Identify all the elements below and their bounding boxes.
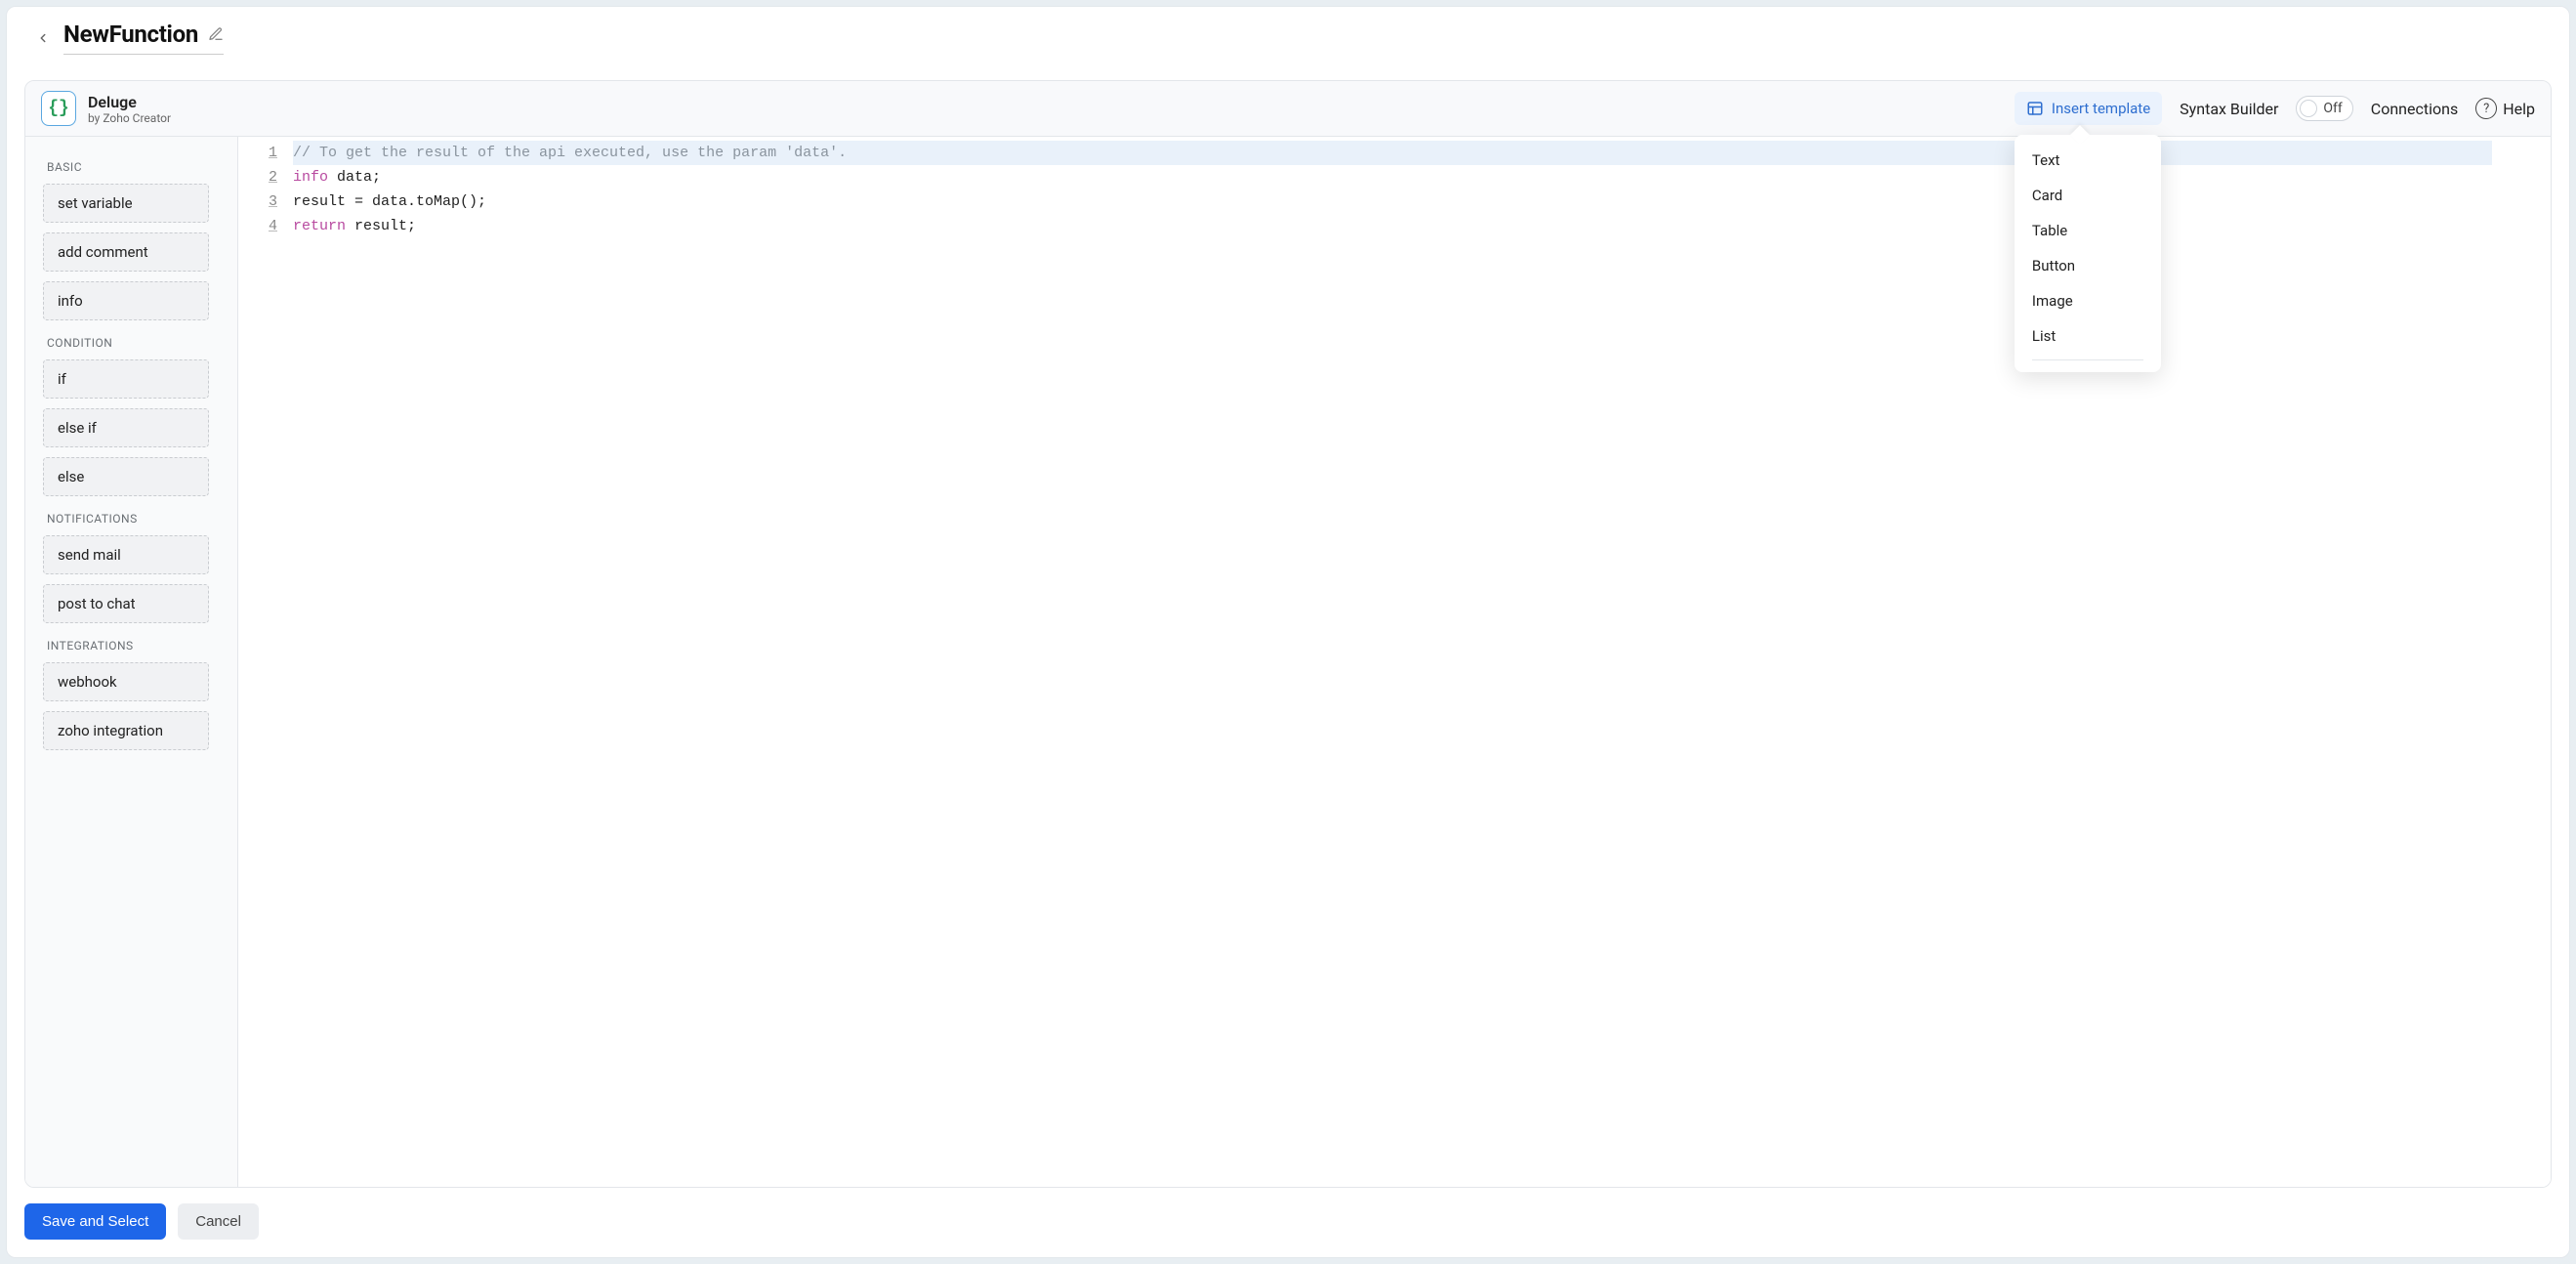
sidebar[interactable]: BASIC set variable add comment info COND… (25, 137, 238, 1187)
template-option-card[interactable]: Card (2015, 178, 2161, 213)
toggle-state-label: Off (2323, 101, 2342, 116)
editor-header: {} Deluge by Zoho Creator Insert templat… (25, 81, 2551, 137)
page-title: NewFunction (63, 21, 198, 48)
connections-link[interactable]: Connections (2371, 100, 2458, 118)
footer: Save and Select Cancel (7, 1188, 2569, 1257)
template-option-table[interactable]: Table (2015, 213, 2161, 248)
sidebar-category-label: INTEGRATIONS (47, 639, 222, 653)
sidebar-item-else[interactable]: else (43, 457, 209, 496)
insert-template-dropdown: Text Card Table Button Image List (2015, 135, 2161, 372)
sidebar-category-label: BASIC (47, 160, 222, 174)
sidebar-item-info[interactable]: info (43, 281, 209, 320)
sidebar-group-integrations: INTEGRATIONS webhook zoho integration (43, 639, 226, 750)
line-number: 3 (238, 190, 277, 214)
insert-template-wrap: Insert template Text Card Table Button I… (2015, 92, 2162, 125)
cancel-button[interactable]: Cancel (178, 1203, 259, 1240)
sidebar-item-else-if[interactable]: else if (43, 408, 209, 447)
sidebar-item-set-variable[interactable]: set variable (43, 184, 209, 223)
sidebar-group-basic: BASIC set variable add comment info (43, 160, 226, 320)
syntax-builder-toggle[interactable]: Off (2296, 96, 2352, 121)
sidebar-category-label: CONDITION (47, 336, 222, 350)
sidebar-item-zoho-integration[interactable]: zoho integration (43, 711, 209, 750)
sidebar-item-post-to-chat[interactable]: post to chat (43, 584, 209, 623)
code-token-keyword: return (293, 218, 346, 234)
toggle-knob-icon (2300, 100, 2317, 117)
code-token: result; (346, 218, 416, 234)
editor-body: BASIC set variable add comment info COND… (25, 137, 2551, 1187)
editor-shell: {} Deluge by Zoho Creator Insert templat… (24, 80, 2552, 1188)
code-gutter: 1 2 3 4 (238, 141, 293, 1187)
code-token: data; (328, 169, 381, 186)
code-editor[interactable]: 1 2 3 4 // To get the result of the api … (238, 137, 2551, 1187)
back-icon[interactable] (36, 31, 50, 45)
help-icon: ? (2475, 98, 2497, 119)
line-number: 1 (238, 141, 277, 165)
help-label: Help (2503, 100, 2535, 118)
sidebar-category-label: NOTIFICATIONS (47, 512, 222, 526)
header-right: Insert template Text Card Table Button I… (2015, 92, 2535, 125)
edit-title-icon[interactable] (208, 26, 224, 42)
language-badge: {} (41, 91, 76, 126)
language-glyph-icon: {} (48, 99, 69, 118)
line-number: 2 (238, 165, 277, 190)
code-token: data.toMap(); (363, 193, 486, 210)
language-info: Deluge by Zoho Creator (88, 93, 171, 125)
template-icon (2026, 100, 2044, 117)
app-frame: NewFunction {} Deluge by Zoho Creator In… (6, 6, 2570, 1258)
sidebar-item-send-mail[interactable]: send mail (43, 535, 209, 574)
sidebar-group-condition: CONDITION if else if else (43, 336, 226, 496)
language-by: by Zoho Creator (88, 111, 171, 125)
help-button[interactable]: ? Help (2475, 98, 2535, 119)
code-line: info data; (293, 165, 2492, 190)
code-token: result (293, 193, 354, 210)
code-token-comment: // To get the result of the api executed… (293, 145, 847, 161)
line-number: 4 (238, 214, 277, 238)
code-token-operator: = (354, 193, 363, 210)
sidebar-group-notifications: NOTIFICATIONS send mail post to chat (43, 512, 226, 623)
code-token-keyword: info (293, 169, 328, 186)
save-and-select-button[interactable]: Save and Select (24, 1203, 166, 1240)
code-line: result = data.toMap(); (293, 190, 2492, 214)
sidebar-item-if[interactable]: if (43, 359, 209, 399)
titlebar: NewFunction (7, 7, 2569, 63)
template-option-image[interactable]: Image (2015, 283, 2161, 318)
template-option-list[interactable]: List (2015, 318, 2161, 354)
title-wrap: NewFunction (63, 21, 224, 55)
insert-template-button[interactable]: Insert template (2015, 92, 2162, 125)
language-name: Deluge (88, 93, 171, 111)
sidebar-item-add-comment[interactable]: add comment (43, 232, 209, 272)
template-option-button[interactable]: Button (2015, 248, 2161, 283)
insert-template-label: Insert template (2052, 100, 2150, 117)
template-option-text[interactable]: Text (2015, 143, 2161, 178)
code-lines: // To get the result of the api executed… (293, 141, 2551, 1187)
syntax-builder-label: Syntax Builder (2180, 100, 2278, 118)
dropdown-separator (2032, 359, 2143, 360)
code-line: return result; (293, 214, 2492, 238)
code-line: // To get the result of the api executed… (293, 141, 2492, 165)
sidebar-item-webhook[interactable]: webhook (43, 662, 209, 701)
